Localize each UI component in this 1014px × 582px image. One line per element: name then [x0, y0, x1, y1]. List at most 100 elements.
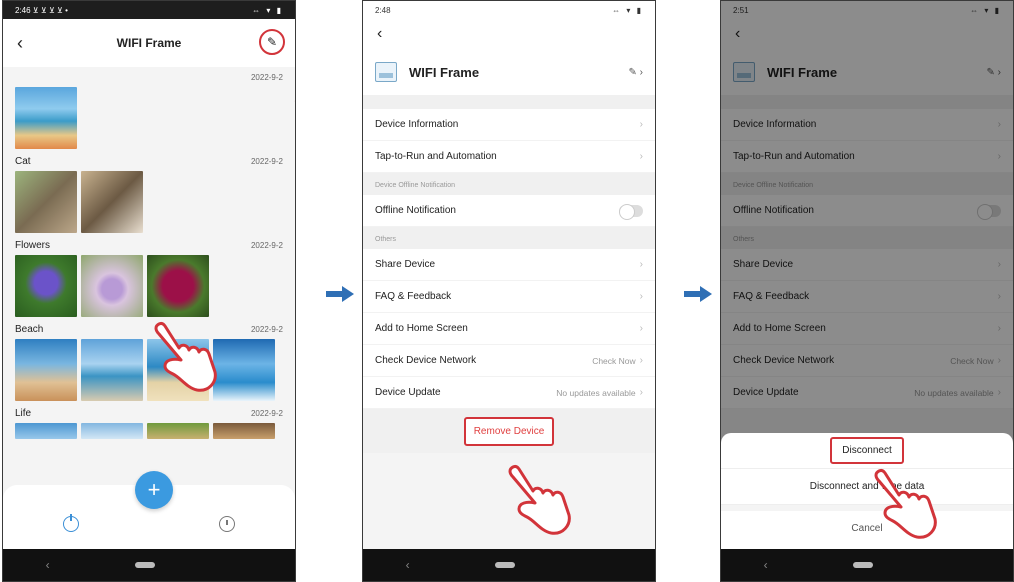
system-nav-bar: ‹	[3, 549, 295, 581]
section-caption: Others	[363, 227, 655, 249]
photo-thumbnail[interactable]	[81, 255, 143, 317]
disconnect-wipe-option[interactable]: Disconnect and wipe data	[721, 469, 1013, 505]
app-bar: ‹ WIFI Frame ✎	[3, 19, 295, 67]
offline-notification-toggle[interactable]	[619, 203, 643, 220]
add-button[interactable]: +	[135, 471, 173, 509]
page-title: WIFI Frame	[116, 36, 182, 50]
row-label: Tap-to-Run and Automation	[375, 151, 497, 162]
chevron-right-icon: ›	[639, 259, 643, 270]
album-header: Beach 2022-9-2	[15, 319, 283, 339]
settings-row-check-network[interactable]: Check Device Network Check Now ›	[363, 345, 655, 377]
gallery-screen: 2:46 ⊻ ⊻ ⊻ ⊻ • ⇔ ▾ ▮ ‹ WIFI Frame ✎ 2022…	[2, 0, 296, 582]
photo-thumbnail[interactable]	[81, 171, 143, 233]
power-icon[interactable]	[63, 514, 79, 532]
photo-thumbnail[interactable]	[81, 423, 143, 439]
settings-row-share-device[interactable]: Share Device ›	[363, 249, 655, 281]
settings-row-offline-notification: Offline Notification	[363, 195, 655, 227]
photo-thumbnail[interactable]	[15, 87, 77, 149]
status-bar: 2:46 ⊻ ⊻ ⊻ ⊻ • ⇔ ▾ ▮	[3, 1, 295, 19]
status-time: 2:46 ⊻ ⊻ ⊻ ⊻ •	[15, 5, 68, 15]
edit-pencil-icon[interactable]: ✎ ›	[629, 67, 644, 78]
album-header: Flowers 2022-9-2	[15, 235, 283, 255]
photo-thumbnail[interactable]	[15, 171, 77, 233]
album-date: 2022-9-2	[250, 240, 283, 250]
device-header[interactable]: WIFI Frame ✎ ›	[363, 49, 655, 95]
nav-back-icon[interactable]: ‹	[406, 558, 410, 572]
nav-home-icon[interactable]	[134, 562, 155, 568]
photo-thumbnail[interactable]	[15, 423, 77, 439]
photo-thumbnail[interactable]	[15, 255, 77, 317]
album-name: Cat	[15, 155, 31, 167]
photo-thumbnail[interactable]	[147, 255, 209, 317]
row-label: Offline Notification	[375, 205, 456, 216]
chevron-right-icon: ›	[639, 151, 643, 162]
clock-icon[interactable]	[219, 516, 235, 532]
album-list: 2022-9-2 Cat 2022-9-2 Flowers 2022-9-2 B…	[3, 67, 295, 485]
hand-pointer-icon	[874, 468, 937, 539]
album-section: Life 2022-9-2	[3, 403, 295, 439]
status-icons: ⇔ ▾ ▮	[252, 5, 283, 15]
settings-row-faq[interactable]: FAQ & Feedback ›	[363, 281, 655, 313]
album-name: Flowers	[15, 239, 51, 251]
chevron-right-icon: ›	[639, 355, 643, 366]
disconnect-sheet-screen: 2:51 ⇔ ▾ ▮ ‹ WIFI Frame ✎ › Device Infor…	[720, 0, 1014, 582]
row-label: FAQ & Feedback	[375, 291, 452, 302]
nav-home-icon[interactable]	[852, 562, 873, 568]
album-header: Cat 2022-9-2	[15, 151, 283, 171]
chevron-right-icon: ›	[639, 291, 643, 302]
cancel-button[interactable]: Cancel	[721, 505, 1013, 545]
disconnect-label: Disconnect	[830, 437, 904, 464]
remove-device-button[interactable]: Remove Device	[463, 416, 555, 446]
row-label: Add to Home Screen	[375, 323, 468, 334]
system-nav-bar: ‹	[363, 549, 655, 581]
settings-row-tap-to-run[interactable]: Tap-to-Run and Automation ›	[363, 141, 655, 173]
flow-arrow	[326, 286, 354, 302]
photo-thumbnail[interactable]	[147, 423, 209, 439]
chevron-right-icon: ›	[639, 119, 643, 130]
nav-home-icon[interactable]	[494, 562, 515, 568]
device-settings-screen: 2:48 ⇔ ▾ ▮ ‹ WIFI Frame ✎ › Device Infor…	[362, 0, 656, 582]
photo-thumbnail[interactable]	[213, 423, 275, 439]
album-header: Life 2022-9-2	[15, 403, 283, 423]
nav-back-icon[interactable]: ‹	[46, 558, 50, 572]
settings-row-add-home[interactable]: Add to Home Screen ›	[363, 313, 655, 345]
row-label: Share Device	[375, 259, 436, 270]
album-name: Life	[15, 407, 32, 419]
hand-pointer-icon	[154, 321, 217, 392]
album-date: 2022-9-2	[250, 156, 283, 166]
back-icon[interactable]: ‹	[17, 33, 23, 54]
row-value: Check Now	[592, 355, 636, 366]
album-name: Beach	[15, 323, 44, 335]
flow-arrow	[684, 286, 712, 302]
row-label: Device Update	[375, 387, 441, 398]
status-time: 2:48	[375, 5, 391, 15]
settings-row-device-update[interactable]: Device Update No updates available ›	[363, 377, 655, 409]
picture-frame-icon	[375, 62, 397, 82]
album-date: 2022-9-2	[250, 408, 283, 418]
photo-thumbnail[interactable]	[81, 339, 143, 401]
row-label: Check Device Network	[375, 355, 477, 366]
album-section: Beach 2022-9-2	[3, 319, 295, 401]
chevron-right-icon: ›	[639, 387, 643, 398]
action-sheet: Disconnect Disconnect and wipe data Canc…	[721, 433, 1013, 549]
row-label: Device Information	[375, 119, 459, 130]
album-section: Flowers 2022-9-2	[3, 235, 295, 317]
settings-row-device-information[interactable]: Device Information ›	[363, 109, 655, 141]
status-bar: 2:48 ⇔ ▾ ▮	[363, 1, 655, 19]
hand-pointer-icon	[508, 464, 571, 535]
album-date: 2022-9-2	[250, 324, 283, 334]
album-section: Cat 2022-9-2	[3, 151, 295, 233]
photo-thumbnail[interactable]	[15, 339, 77, 401]
section-caption: Device Offline Notification	[363, 173, 655, 195]
system-nav-bar: ‹	[721, 549, 1013, 581]
edit-pencil-icon[interactable]: ✎	[259, 29, 285, 55]
chevron-right-icon: ›	[639, 323, 643, 334]
back-icon[interactable]: ‹	[363, 19, 655, 49]
disconnect-option[interactable]: Disconnect	[721, 433, 1013, 469]
nav-back-icon[interactable]: ‹	[764, 558, 768, 572]
album-header: 2022-9-2	[15, 67, 283, 87]
photo-thumbnail[interactable]	[213, 339, 275, 401]
row-value: No updates available	[556, 387, 636, 398]
device-name: WIFI Frame	[409, 64, 480, 80]
hand-pointer-icon	[285, 53, 296, 133]
